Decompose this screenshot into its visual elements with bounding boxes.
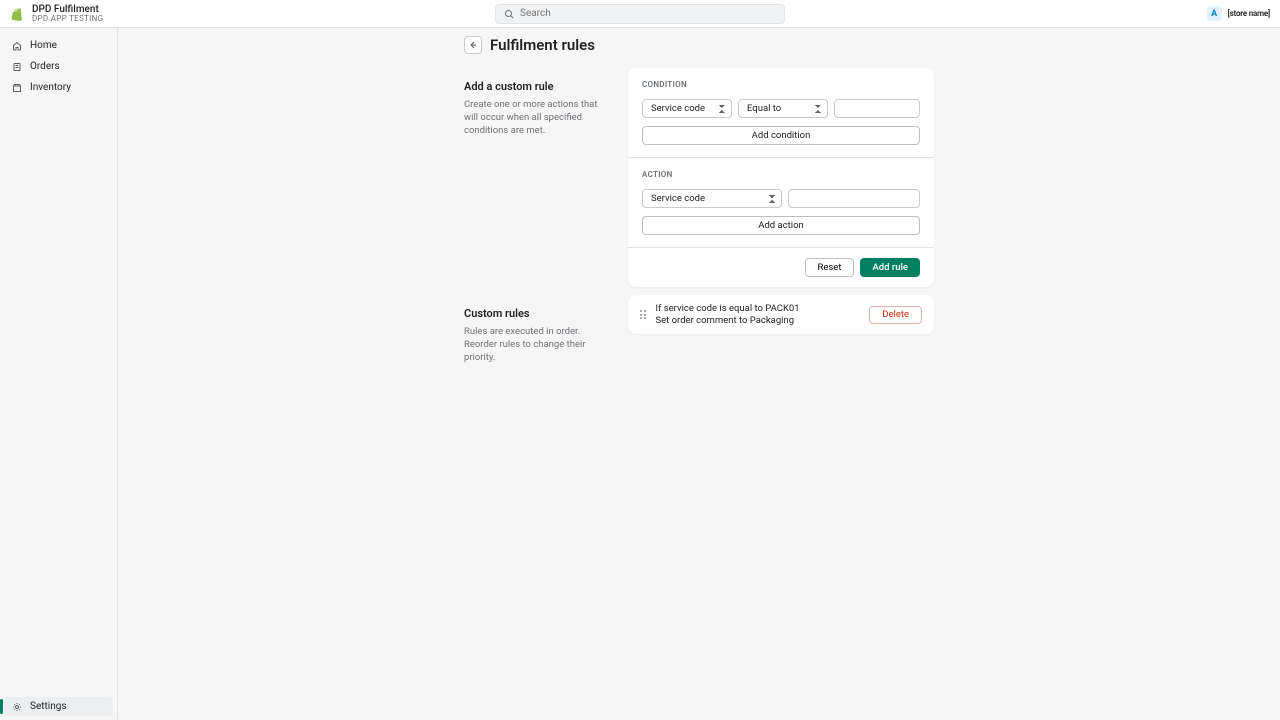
add-condition-button[interactable]: Add condition <box>642 126 920 145</box>
condition-operator-select[interactable]: Equal to <box>738 99 828 118</box>
action-section: ACTION Service code <box>628 158 934 248</box>
app-subtitle: DPD APP TESTING <box>32 15 103 23</box>
custom-rules-heading: Custom rules <box>464 307 612 320</box>
rule-item-card: If service code is equal to PACK01 Set o… <box>628 295 934 334</box>
add-rule-footer: Reset Add rule <box>628 248 934 287</box>
action-value-field[interactable] <box>788 189 920 208</box>
main-content: Fulfilment rules Add a custom rule Creat… <box>118 28 1280 720</box>
topbar: DPD Fulfilment DPD APP TESTING A [store … <box>0 0 1280 28</box>
add-rule-heading: Add a custom rule <box>464 80 612 93</box>
orders-icon <box>12 62 22 72</box>
rule-action-text: Set order comment to Packaging <box>656 315 860 326</box>
sidebar-item-label: Orders <box>30 61 60 72</box>
action-field-select[interactable]: Service code <box>642 189 782 208</box>
search-icon <box>504 9 514 19</box>
sidebar-nav: Home Orders Inventory <box>0 36 117 97</box>
drag-handle-icon[interactable] <box>640 310 646 319</box>
shopify-logo-icon <box>10 7 24 21</box>
action-label: ACTION <box>642 170 920 179</box>
search-bar[interactable] <box>495 4 785 24</box>
sidebar-item-settings[interactable]: Settings <box>4 697 113 716</box>
add-rule-button[interactable]: Add rule <box>860 258 920 277</box>
add-rule-desc: Create one or more actions that will occ… <box>464 99 612 137</box>
add-action-button[interactable]: Add action <box>642 216 920 235</box>
page-title: Fulfilment rules <box>490 36 595 54</box>
condition-value-field[interactable] <box>834 99 920 118</box>
custom-rules-side: Custom rules Rules are executed in order… <box>464 295 612 364</box>
sidebar-footer: Settings <box>0 693 117 720</box>
topbar-left: DPD Fulfilment DPD APP TESTING <box>10 5 103 23</box>
sidebar-item-inventory[interactable]: Inventory <box>4 78 113 97</box>
rule-condition-text: If service code is equal to PACK01 <box>656 303 860 314</box>
condition-value-input[interactable] <box>835 100 919 117</box>
arrow-left-icon <box>468 40 478 50</box>
sidebar-item-label: Home <box>30 40 57 51</box>
page-header: Fulfilment rules <box>464 36 934 54</box>
avatar[interactable]: A <box>1207 6 1222 21</box>
store-name[interactable]: [store name] <box>1228 9 1270 18</box>
condition-field-select[interactable]: Service code <box>642 99 732 118</box>
back-button[interactable] <box>464 36 482 54</box>
topbar-titles: DPD Fulfilment DPD APP TESTING <box>32 5 103 23</box>
gear-icon <box>12 702 22 712</box>
sidebar-item-home[interactable]: Home <box>4 36 113 55</box>
search-input[interactable] <box>520 8 776 19</box>
add-rule-card: CONDITION Service code <box>628 68 934 287</box>
app-title: DPD Fulfilment <box>32 5 103 15</box>
home-icon <box>12 41 22 51</box>
custom-rules-desc: Rules are executed in order. Reorder rul… <box>464 326 612 364</box>
inventory-icon <box>12 83 22 93</box>
topbar-right: A [store name] <box>1207 6 1270 21</box>
reset-button[interactable]: Reset <box>805 258 855 277</box>
action-value-input[interactable] <box>789 190 919 207</box>
sidebar-item-label: Inventory <box>30 82 71 93</box>
sidebar-item-orders[interactable]: Orders <box>4 57 113 76</box>
delete-rule-button[interactable]: Delete <box>869 306 922 324</box>
sidebar-item-label: Settings <box>30 701 67 712</box>
condition-label: CONDITION <box>642 80 920 89</box>
rule-text: If service code is equal to PACK01 Set o… <box>656 303 860 326</box>
sidebar: Home Orders Inventory <box>0 28 118 720</box>
condition-section: CONDITION Service code <box>628 68 934 158</box>
add-rule-side: Add a custom rule Create one or more act… <box>464 68 612 287</box>
